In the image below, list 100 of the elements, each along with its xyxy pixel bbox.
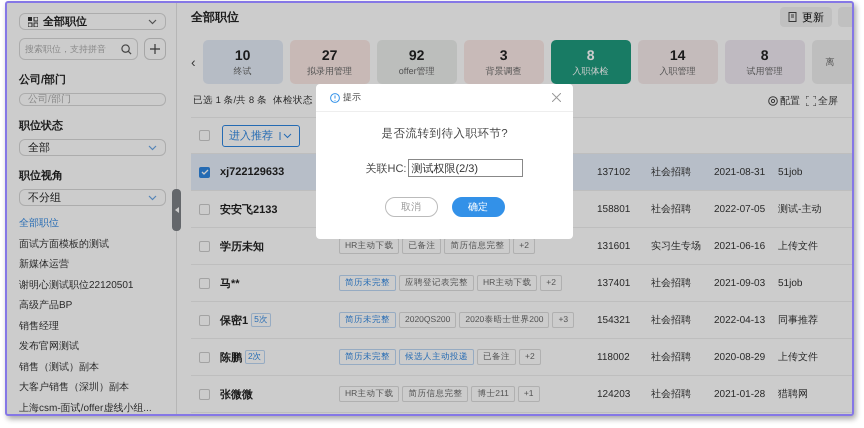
chevron-down-icon (148, 194, 157, 200)
table-cell-text: 2022-04-13 (714, 314, 766, 326)
selection-count: 已选 1 条/共 8 条 (193, 94, 267, 107)
view-select[interactable]: 全部职位 (19, 13, 166, 30)
candidate-name: xj722129633 (220, 166, 284, 178)
plus-icon (150, 44, 160, 54)
table-row[interactable]: 保密1 5次 简历未完整 2020QS200 2020泰晤士世界200 +3 154321 社会招聘 2022-04-13 同事推荐 (191, 302, 852, 339)
stage-card[interactable]: 离 (812, 40, 852, 84)
table-cell-text: 154321 (597, 314, 632, 326)
collapse-handle[interactable] (172, 189, 181, 231)
job-item[interactable]: 谢明心测试职位22120501 (19, 276, 166, 296)
filter-select[interactable]: 不分组 (19, 189, 166, 206)
job-item[interactable]: 销售经理 (19, 316, 166, 337)
table-cell-text: 137401 (597, 278, 632, 288)
candidate-name: 陈鹏 (220, 350, 242, 364)
tag: +2 (513, 238, 535, 254)
stage-card[interactable]: 10 终试 (202, 40, 283, 84)
info-icon (330, 92, 340, 102)
page-title: 全部职位 (191, 8, 240, 26)
update-button[interactable]: 更新 (780, 7, 832, 27)
table-cell-text: 社会招聘 (651, 166, 692, 179)
search-icon (121, 44, 132, 54)
tag: HR主动下载 (339, 238, 400, 254)
filter-label: 职位状态 (19, 118, 64, 133)
job-item[interactable]: 大客户销售（深圳）副本 (19, 378, 166, 398)
tag: 候选人主动投递 (399, 349, 474, 365)
tag: 已备注 (477, 349, 516, 365)
stage-card[interactable]: 8 试用管理 (724, 40, 805, 84)
tag: 简历未完整 (339, 349, 396, 365)
search-field[interactable]: 搜索职位，支持拼音 (25, 44, 121, 54)
fullscreen-button[interactable]: 全屏 (806, 94, 838, 108)
stage-card[interactable]: 3 背景调查 (464, 40, 544, 84)
table-row[interactable]: 陈鹏 2次 简历未完整 候选人主动投递 已备注 +2 118002 社会招聘 2020-08-29 上传文件 (191, 339, 852, 376)
tag: HR主动下载 (339, 386, 400, 402)
tag: 简历未完整 (339, 312, 396, 328)
row-checkbox[interactable] (199, 352, 210, 362)
candidate-name: 学历未知 (220, 240, 264, 254)
tag: 简历未完整 (339, 275, 396, 291)
tag: +2 (540, 275, 562, 291)
hc-field[interactable]: 测试权限(2/3) (408, 159, 524, 177)
stage-card[interactable]: 92 offer管理 (376, 40, 457, 84)
close-icon[interactable] (552, 93, 561, 102)
table-cell-text: 2020-08-29 (714, 352, 766, 362)
table-row[interactable]: 张微微 HR主动下载 简历信息完整 博士211 +1 124203 社会招聘 2021-01-28 猎聘网 (191, 376, 852, 413)
table-cell-text: 2021-09-03 (714, 278, 766, 288)
header-button[interactable] (838, 7, 852, 27)
candidate-name: 张微微 (220, 388, 253, 402)
job-item[interactable]: 新媒体运营 (19, 255, 166, 276)
job-item[interactable]: 销售（测试）副本 (19, 358, 166, 378)
caret-icon (279, 130, 293, 140)
tag: 应聘登记表完整 (399, 275, 474, 291)
chevron-down-icon (148, 18, 157, 24)
previous-button[interactable]: ‹ (191, 40, 196, 84)
tag: 2020泰晤士世界200 (459, 312, 550, 328)
filter-label: 职位视角 (19, 168, 64, 183)
job-item[interactable]: 面试方面模板的测试 (19, 234, 166, 255)
table-cell-text: 猎聘网 (778, 388, 809, 401)
row-checkbox[interactable] (199, 204, 210, 214)
candidate-name: 安安飞2133 (220, 202, 278, 216)
fullscreen-icon (806, 96, 816, 106)
candidate-name: 保密1 (220, 314, 248, 328)
count-tag: 2次 (245, 350, 265, 364)
stage-card[interactable]: 14 入职管理 (638, 40, 718, 84)
stage-card[interactable]: 27 拟录用管理 (290, 40, 370, 84)
row-checkbox[interactable] (199, 388, 210, 400)
table-cell-text: 社会招聘 (651, 276, 692, 290)
tag: 2020QS200 (399, 312, 456, 328)
row-checkbox[interactable] (199, 278, 210, 288)
tag: +2 (519, 349, 541, 365)
settings-icon (768, 96, 778, 106)
table-cell-text: 上传文件 (778, 350, 819, 364)
row-checkbox[interactable] (199, 314, 210, 326)
job-item[interactable]: 发布官网测试 (19, 337, 166, 358)
table-cell-text: 社会招聘 (651, 202, 692, 216)
table-cell-text: 社会招聘 (651, 388, 692, 401)
tag: 已备注 (402, 238, 442, 254)
table-cell-text: 118002 (597, 352, 631, 362)
table-cell-text: 测试-主动 (778, 202, 822, 216)
candidate-name: 马** (220, 276, 240, 290)
filter-select[interactable]: 全部 (19, 139, 166, 156)
table-cell-text: 2022-07-05 (714, 204, 766, 214)
tag: 博士211 (471, 386, 515, 402)
table-cell-text: 137102 (597, 166, 632, 178)
table-cell-text: 131601 (597, 240, 632, 252)
tag: 简历信息完整 (444, 238, 510, 254)
table-row[interactable]: 马** 简历未完整 应聘登记表完整 HR主动下载 +2 137401 社会招聘 2021-09-03 51job (191, 265, 852, 302)
row-checkbox[interactable] (199, 166, 210, 178)
config-button[interactable]: 配置 (768, 94, 800, 108)
select-all-checkbox[interactable] (199, 130, 210, 141)
add-button[interactable] (144, 38, 166, 60)
job-item[interactable]: 高级产品BP (19, 296, 166, 316)
filter-label: 体检状态 (272, 94, 313, 107)
job-item[interactable]: 全部职位 (19, 214, 166, 234)
tag: 简历信息完整 (402, 386, 468, 402)
row-checkbox[interactable] (199, 240, 210, 252)
search-box[interactable]: 搜索职位，支持拼音 (19, 38, 138, 60)
table-cell-text: 2021-08-31 (714, 166, 766, 178)
chevron-down-icon (148, 144, 157, 150)
job-item[interactable]: 上海csm-面试/offer虚线小组... (19, 398, 166, 414)
filter-label: 公司/部门 (19, 72, 68, 87)
